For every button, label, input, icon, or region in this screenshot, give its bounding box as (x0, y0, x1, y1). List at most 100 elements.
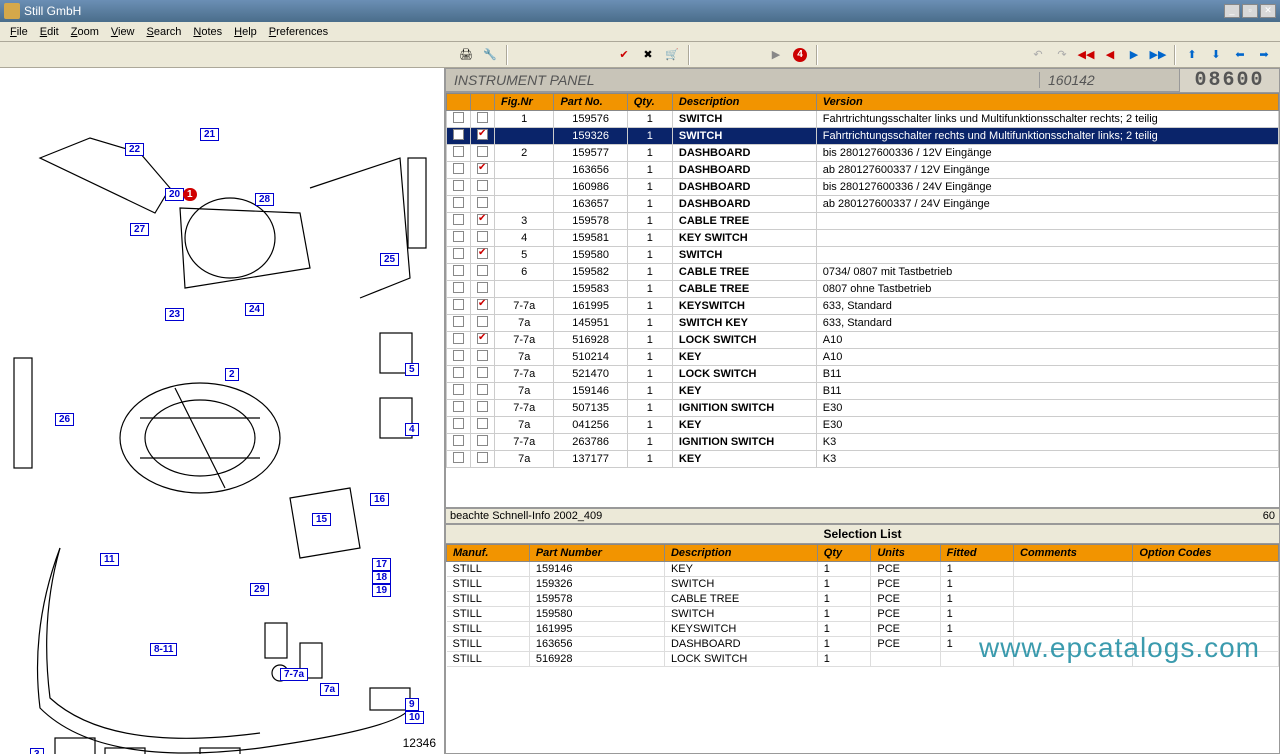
row-select-checkbox[interactable] (477, 367, 488, 378)
row-select-checkbox[interactable] (477, 316, 488, 327)
callout-24[interactable]: 24 (245, 303, 264, 316)
callout-9[interactable]: 9 (405, 698, 419, 711)
callout-8-11[interactable]: 8-11 (150, 643, 177, 656)
parts-table[interactable]: Fig.NrPart No.Qty.DescriptionVersion 115… (445, 92, 1280, 508)
callout-28[interactable]: 28 (255, 193, 274, 206)
callout-16[interactable]: 16 (370, 493, 389, 506)
row-select-checkbox[interactable] (477, 163, 488, 174)
row-checkbox[interactable] (453, 180, 464, 191)
row-checkbox[interactable] (453, 231, 464, 242)
sel-row[interactable]: STILL516928LOCK SWITCH1 (447, 652, 1279, 667)
sel-col-3[interactable]: Qty (817, 545, 871, 562)
parts-col-2[interactable]: Fig.Nr (495, 94, 554, 111)
parts-row[interactable]: 51595801SWITCH (447, 247, 1279, 264)
parts-row[interactable]: 41595811KEY SWITCH (447, 230, 1279, 247)
cart-icon[interactable]: 🛒 (661, 44, 683, 66)
parts-row[interactable]: 7a1371771KEYK3 (447, 451, 1279, 468)
parts-row[interactable]: 7a5102141KEYA10 (447, 349, 1279, 366)
parts-col-1[interactable] (471, 94, 495, 111)
check-red-icon[interactable]: ✔ (613, 44, 635, 66)
sel-col-1[interactable]: Part Number (529, 545, 664, 562)
row-select-checkbox[interactable] (477, 231, 488, 242)
row-checkbox[interactable] (453, 350, 464, 361)
row-select-checkbox[interactable] (477, 129, 488, 140)
sel-row[interactable]: STILL161995KEYSWITCH1PCE1 (447, 622, 1279, 637)
row-select-checkbox[interactable] (477, 401, 488, 412)
callout-22[interactable]: 22 (125, 143, 144, 156)
sel-col-4[interactable]: Units (871, 545, 940, 562)
callout-5[interactable]: 5 (405, 363, 419, 376)
menu-search[interactable]: Search (141, 24, 188, 40)
row-checkbox[interactable] (453, 265, 464, 276)
parts-col-4[interactable]: Qty. (627, 94, 672, 111)
row-checkbox[interactable] (453, 418, 464, 429)
parts-row[interactable]: 61595821CABLE TREE0734/ 0807 mit Tastbet… (447, 264, 1279, 281)
callout-18[interactable]: 18 (372, 571, 391, 584)
first-icon[interactable]: ◀◀ (1075, 44, 1097, 66)
row-select-checkbox[interactable] (477, 418, 488, 429)
parts-col-5[interactable]: Description (672, 94, 816, 111)
print-icon[interactable]: 🖨 (455, 44, 477, 66)
next-icon[interactable]: ▶ (1123, 44, 1145, 66)
parts-row[interactable]: 11595761SWITCHFahrtrichtungsschalter lin… (447, 111, 1279, 128)
callout-15[interactable]: 15 (312, 513, 331, 526)
callout-1[interactable]: 1 (183, 188, 197, 201)
row-select-checkbox[interactable] (477, 214, 488, 225)
parts-row[interactable]: 7a0412561KEYE30 (447, 417, 1279, 434)
callout-27[interactable]: 27 (130, 223, 149, 236)
selection-list-table[interactable]: Manuf.Part NumberDescriptionQtyUnitsFitt… (445, 543, 1280, 754)
row-checkbox[interactable] (453, 112, 464, 123)
callout-7a[interactable]: 7a (320, 683, 339, 696)
close-button[interactable]: ✕ (1260, 4, 1276, 18)
menu-file[interactable]: File (4, 24, 34, 40)
row-checkbox[interactable] (453, 452, 464, 463)
callout-23[interactable]: 23 (165, 308, 184, 321)
row-checkbox[interactable] (453, 282, 464, 293)
tool-icon[interactable]: 🔧 (479, 44, 501, 66)
callout-21[interactable]: 21 (200, 128, 219, 141)
callout-19[interactable]: 19 (372, 584, 391, 597)
diagram-panel[interactable]: 12346 2122201282725232454261615211291718… (0, 68, 445, 754)
sel-col-0[interactable]: Manuf. (447, 545, 530, 562)
callout-25[interactable]: 25 (380, 253, 399, 266)
sel-col-6[interactable]: Comments (1014, 545, 1133, 562)
row-select-checkbox[interactable] (477, 452, 488, 463)
parts-row[interactable]: 1595831CABLE TREE0807 ohne Tastbetrieb (447, 281, 1279, 298)
sel-row[interactable]: STILL159146KEY1PCE1 (447, 562, 1279, 577)
left-icon[interactable]: ⬅ (1229, 44, 1251, 66)
row-checkbox[interactable] (453, 333, 464, 344)
row-checkbox[interactable] (453, 299, 464, 310)
callout-26[interactable]: 26 (55, 413, 74, 426)
sel-row[interactable]: STILL159578CABLE TREE1PCE1 (447, 592, 1279, 607)
row-checkbox[interactable] (453, 316, 464, 327)
menu-notes[interactable]: Notes (187, 24, 228, 40)
callout-29[interactable]: 29 (250, 583, 269, 596)
parts-col-3[interactable]: Part No. (554, 94, 627, 111)
rotate-left-icon[interactable]: ↶ (1027, 44, 1049, 66)
parts-row[interactable]: 7-7a5071351IGNITION SWITCHE30 (447, 400, 1279, 417)
menu-help[interactable]: Help (228, 24, 263, 40)
menu-view[interactable]: View (105, 24, 141, 40)
close-x-icon[interactable]: ✖ (637, 44, 659, 66)
row-select-checkbox[interactable] (477, 299, 488, 310)
row-select-checkbox[interactable] (477, 146, 488, 157)
parts-row[interactable]: 21595771DASHBOARDbis 280127600336 / 12V … (447, 145, 1279, 162)
row-select-checkbox[interactable] (477, 112, 488, 123)
parts-row[interactable]: 7a1459511SWITCH KEY633, Standard (447, 315, 1279, 332)
menu-edit[interactable]: Edit (34, 24, 65, 40)
last-icon[interactable]: ▶▶ (1147, 44, 1169, 66)
minimize-button[interactable]: _ (1224, 4, 1240, 18)
parts-row[interactable]: 1609861DASHBOARDbis 280127600336 / 24V E… (447, 179, 1279, 196)
menu-zoom[interactable]: Zoom (65, 24, 105, 40)
row-select-checkbox[interactable] (477, 333, 488, 344)
row-checkbox[interactable] (453, 401, 464, 412)
row-checkbox[interactable] (453, 435, 464, 446)
parts-row[interactable]: 31595781CABLE TREE (447, 213, 1279, 230)
callout-3[interactable]: 3 (30, 748, 44, 754)
parts-row[interactable]: 1636561DASHBOARDab 280127600337 / 12V Ei… (447, 162, 1279, 179)
row-select-checkbox[interactable] (477, 350, 488, 361)
callout-10[interactable]: 10 (405, 711, 424, 724)
callout-20[interactable]: 20 (165, 188, 184, 201)
sel-col-7[interactable]: Option Codes (1133, 545, 1279, 562)
sel-row[interactable]: STILL159580SWITCH1PCE1 (447, 607, 1279, 622)
